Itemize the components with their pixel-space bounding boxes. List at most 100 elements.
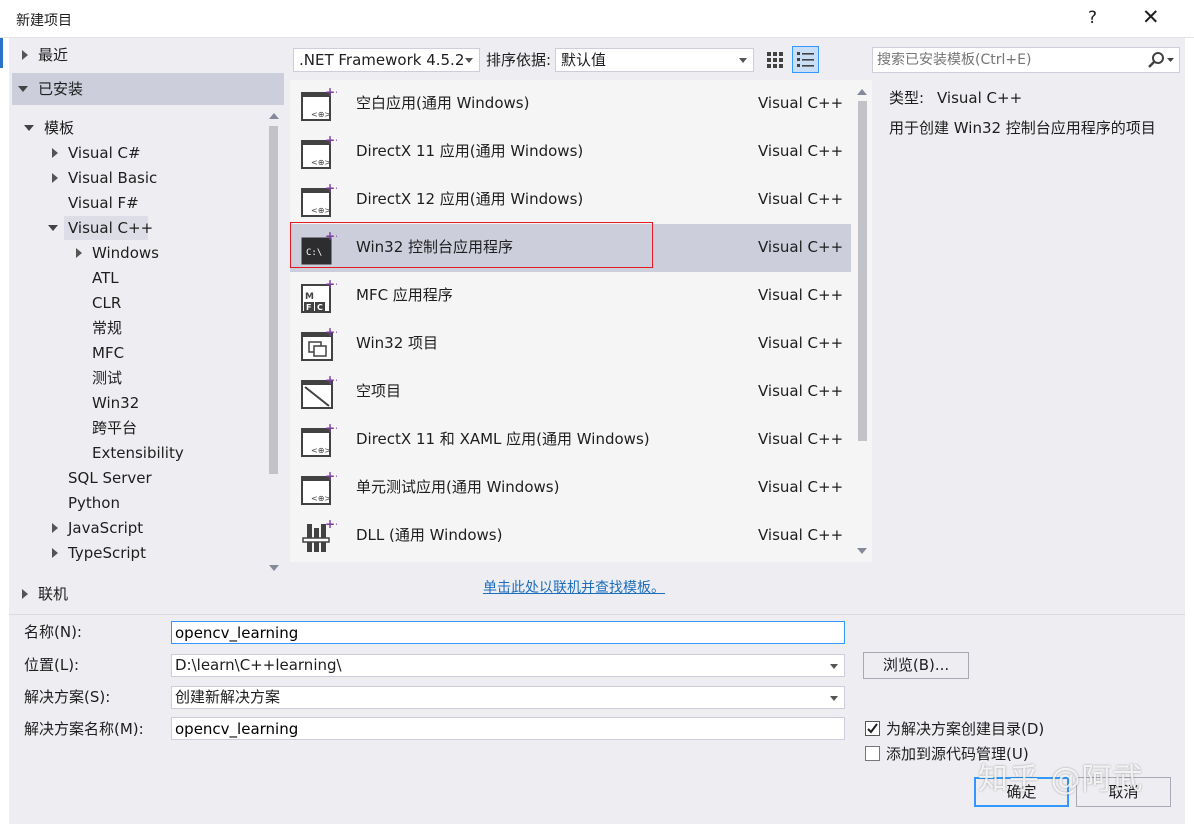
template-language: Visual C++ <box>758 94 844 112</box>
template-name: Win32 控制台应用程序 <box>356 238 514 256</box>
tree-item-general[interactable]: 常规 <box>92 316 122 341</box>
svg-text:F: F <box>306 303 311 312</box>
expand-arrow-icon[interactable] <box>22 589 28 599</box>
watermark: 知乎 @阿武 <box>978 762 1144 797</box>
mfc-icon: M F C ++ <box>301 278 337 313</box>
template-name: 空白应用(通用 Windows) <box>356 94 530 112</box>
collapse-arrow-icon[interactable] <box>24 125 34 131</box>
svg-text:++: ++ <box>325 134 337 147</box>
template-language: Visual C++ <box>758 526 844 544</box>
universal-app-icon: <⊕> ++ <box>301 470 337 505</box>
tree-item-mfc[interactable]: MFC <box>92 341 124 366</box>
list-view-icon <box>797 52 814 67</box>
template-item[interactable]: M F C ++ MFC 应用程序 Visual C++ <box>290 272 851 320</box>
template-item[interactable]: <⊕> ++ DirectX 11 应用(通用 Windows) Visual … <box>290 128 851 176</box>
search-box[interactable] <box>872 47 1180 73</box>
tree-item-label: ATL <box>92 269 119 287</box>
tree-item-extensibility[interactable]: Extensibility <box>92 441 184 466</box>
close-button[interactable]: ✕ <box>1142 5 1160 29</box>
template-item[interactable]: <⊕> ++ DirectX 11 和 XAML 应用(通用 Windows) … <box>290 416 851 464</box>
expand-arrow-icon[interactable] <box>76 248 82 258</box>
location-combo[interactable]: D:\learn\C++learning\ <box>171 654 845 677</box>
svg-text:++: ++ <box>325 518 337 531</box>
collapse-arrow-icon[interactable] <box>18 86 28 92</box>
template-item-selected[interactable]: C:\ ++ Win32 控制台应用程序 Visual C++ <box>290 222 851 272</box>
tree-item-label: Visual C++ <box>68 219 154 237</box>
small-icons-view-button[interactable] <box>763 48 787 72</box>
collapse-arrow-icon[interactable] <box>48 225 58 231</box>
name-input[interactable] <box>171 621 845 644</box>
template-name: DirectX 12 应用(通用 Windows) <box>356 190 584 208</box>
template-item[interactable]: <⊕> ++ DirectX 12 应用(通用 Windows) Visual … <box>290 176 851 224</box>
browse-button[interactable]: 浏览(B)... <box>863 652 969 679</box>
template-item[interactable]: ++ 空项目 Visual C++ <box>290 368 851 416</box>
window-edge-accent <box>0 38 3 68</box>
tree-item-label: JavaScript <box>68 519 144 537</box>
expand-arrow-icon[interactable] <box>52 523 58 533</box>
template-item[interactable]: <⊕> ++ 单元测试应用(通用 Windows) Visual C++ <box>290 464 851 512</box>
solution-dropdown[interactable]: 创建新解决方案 <box>171 686 845 709</box>
tree-item-label: Visual Basic <box>68 169 158 187</box>
tree-item-sql-server[interactable]: SQL Server <box>68 466 152 491</box>
template-item[interactable]: ++ Win32 项目 Visual C++ <box>290 320 851 368</box>
solution-value: 创建新解决方案 <box>175 688 281 706</box>
scrollbar-thumb[interactable] <box>269 126 278 474</box>
tree-item-python[interactable]: Python <box>68 491 120 516</box>
expand-arrow-icon[interactable] <box>52 148 58 158</box>
checkmark-icon <box>867 723 878 734</box>
tree-item-label: 已安装 <box>38 80 84 98</box>
tree-item-cross-platform[interactable]: 跨平台 <box>92 416 137 441</box>
solution-label: 解决方案(S): <box>24 688 111 706</box>
tree-item-label: MFC <box>92 344 125 362</box>
template-item[interactable]: ++ DLL (通用 Windows) Visual C++ <box>290 512 851 560</box>
tree-item-clr[interactable]: CLR <box>92 291 121 316</box>
help-button[interactable]: ? <box>1088 8 1097 28</box>
type-value: Visual C++ <box>937 89 1023 107</box>
dropdown-arrow-icon[interactable] <box>830 664 838 669</box>
scrollbar-thumb[interactable] <box>858 101 867 441</box>
universal-app-icon: <⊕> ++ <box>301 422 337 457</box>
sort-dropdown[interactable]: 默认值 <box>555 48 754 72</box>
dropdown-arrow-icon <box>739 58 747 63</box>
dropdown-arrow-icon <box>465 58 473 63</box>
template-language: Visual C++ <box>758 334 844 352</box>
tree-item-label: Python <box>68 494 120 512</box>
tree-item-visual-fsharp[interactable]: Visual F# <box>68 191 139 216</box>
grid-view-icon <box>767 52 783 68</box>
search-input[interactable] <box>877 50 1139 70</box>
svg-text:<⊕>: <⊕> <box>311 158 331 167</box>
template-name: DirectX 11 应用(通用 Windows) <box>356 142 584 160</box>
tree-scrollbar[interactable] <box>265 108 283 578</box>
solution-name-label: 解决方案名称(M): <box>24 720 144 738</box>
tree-item-win32[interactable]: Win32 <box>92 391 139 416</box>
search-icon[interactable] <box>1143 48 1177 72</box>
svg-text:<⊕>: <⊕> <box>311 494 331 503</box>
dll-icon: ++ <box>302 518 337 552</box>
svg-text:M: M <box>305 292 314 302</box>
create-directory-checkbox[interactable] <box>865 721 880 736</box>
online-templates-link[interactable]: 单击此处以联机并查找模板。 <box>483 577 665 597</box>
list-view-button[interactable] <box>792 46 819 73</box>
tree-item-label: Visual C# <box>68 144 141 162</box>
template-language: Visual C++ <box>758 382 844 400</box>
tree-item-atl[interactable]: ATL <box>92 266 119 291</box>
location-value: D:\learn\C++learning\ <box>175 656 342 674</box>
template-name: 单元测试应用(通用 Windows) <box>356 478 560 496</box>
sort-label: 排序依据: <box>486 51 552 69</box>
template-item[interactable]: <⊕> ++ 空白应用(通用 Windows) Visual C++ <box>290 80 851 128</box>
tree-item-label: Extensibility <box>92 444 184 462</box>
tree-item-label: 最近 <box>38 46 69 64</box>
template-list-scrollbar[interactable] <box>851 80 872 562</box>
expand-arrow-icon[interactable] <box>22 50 28 60</box>
tree-item-label: 模板 <box>44 119 75 137</box>
win32-project-icon: ++ <box>301 326 337 361</box>
dropdown-arrow-icon[interactable] <box>830 696 838 701</box>
tree-item-test[interactable]: 测试 <box>92 366 122 391</box>
solution-name-input[interactable] <box>171 717 845 740</box>
expand-arrow-icon[interactable] <box>52 173 58 183</box>
source-control-checkbox[interactable] <box>865 746 880 761</box>
tree-item-label: 跨平台 <box>92 419 138 437</box>
expand-arrow-icon[interactable] <box>52 548 58 558</box>
template-language: Visual C++ <box>758 142 844 160</box>
framework-dropdown[interactable]: .NET Framework 4.5.2 <box>293 48 480 72</box>
